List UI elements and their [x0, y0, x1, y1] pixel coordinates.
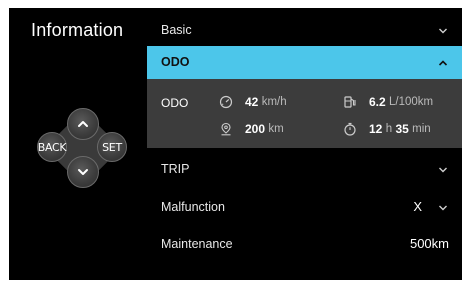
- time-minutes-unit: min: [412, 123, 431, 135]
- menu-item-odo-label: ODO: [161, 55, 190, 69]
- chevron-up-icon: [78, 121, 88, 127]
- set-button[interactable]: SET: [97, 132, 127, 162]
- maintenance-value: 500km: [409, 236, 449, 251]
- stopwatch-icon: [344, 122, 356, 136]
- chevron-down-icon: [439, 205, 447, 211]
- back-button[interactable]: BACK: [37, 132, 67, 162]
- menu-item-maintenance[interactable]: Maintenance 500km: [147, 231, 462, 259]
- menu-item-maintenance-label: Maintenance: [161, 237, 233, 251]
- location-pin-icon: [221, 122, 231, 136]
- odo-panel-label: ODO: [161, 96, 189, 110]
- distance-value: 200: [245, 122, 266, 136]
- info-menu: Basic ODO ODO 42 km/h 6.2 L/100km 200 km: [147, 8, 462, 280]
- distance-metric: 200 km: [219, 122, 284, 136]
- menu-item-trip[interactable]: TRIP: [147, 156, 462, 184]
- time-hours: 12: [369, 122, 383, 136]
- fuel-metric: 6.2 L/100km: [343, 95, 433, 109]
- time-metric: 12 h 35 min: [343, 122, 431, 136]
- speed-metric: 42 km/h: [219, 95, 287, 109]
- speedometer-icon: [219, 95, 233, 109]
- chevron-down-icon: [439, 167, 447, 173]
- menu-item-basic[interactable]: Basic: [147, 16, 462, 44]
- info-screen: Information BACK SET Basic ODO ODO 42 km…: [9, 8, 462, 280]
- chevron-up-icon: [438, 60, 448, 66]
- dpad-control: BACK SET: [31, 96, 135, 200]
- odo-panel: ODO 42 km/h 6.2 L/100km 200 km 12 h 35 m…: [147, 79, 462, 148]
- fuel-value: 6.2: [369, 95, 386, 109]
- menu-item-trip-label: TRIP: [161, 162, 190, 176]
- back-button-label: BACK: [37, 140, 67, 154]
- speed-value: 42: [245, 95, 259, 109]
- menu-item-malfunction[interactable]: Malfunction X: [147, 194, 462, 222]
- time-hours-unit: h: [385, 123, 393, 135]
- chevron-down-icon: [78, 169, 88, 175]
- fuel-unit: L/100km: [389, 96, 434, 108]
- time-minutes: 35: [395, 122, 409, 136]
- fuel-pump-icon: [344, 96, 356, 108]
- menu-item-basic-label: Basic: [161, 23, 192, 37]
- malfunction-status-value: X: [413, 199, 422, 214]
- down-button[interactable]: [67, 156, 99, 188]
- up-button[interactable]: [67, 108, 99, 140]
- menu-item-odo[interactable]: ODO: [147, 46, 462, 79]
- chevron-down-icon: [439, 28, 447, 34]
- set-button-label: SET: [102, 140, 122, 154]
- menu-item-malfunction-label: Malfunction: [161, 200, 225, 214]
- distance-unit: km: [268, 123, 284, 135]
- speed-unit: km/h: [261, 96, 287, 108]
- page-title: Information: [31, 20, 124, 40]
